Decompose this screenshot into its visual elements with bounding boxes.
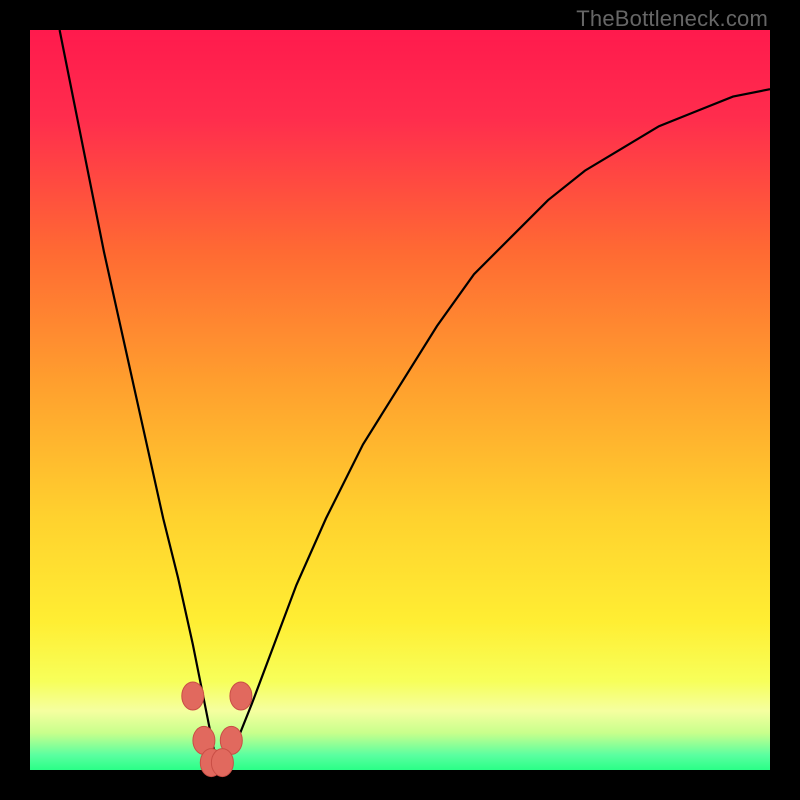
watermark-text: TheBottleneck.com [576,6,768,32]
bottleneck-curve [60,30,770,763]
bead-marker [211,749,233,777]
bead-marker [182,682,204,710]
bead-marker [230,682,252,710]
chart-overlay [30,30,770,770]
chart-frame: TheBottleneck.com [0,0,800,800]
